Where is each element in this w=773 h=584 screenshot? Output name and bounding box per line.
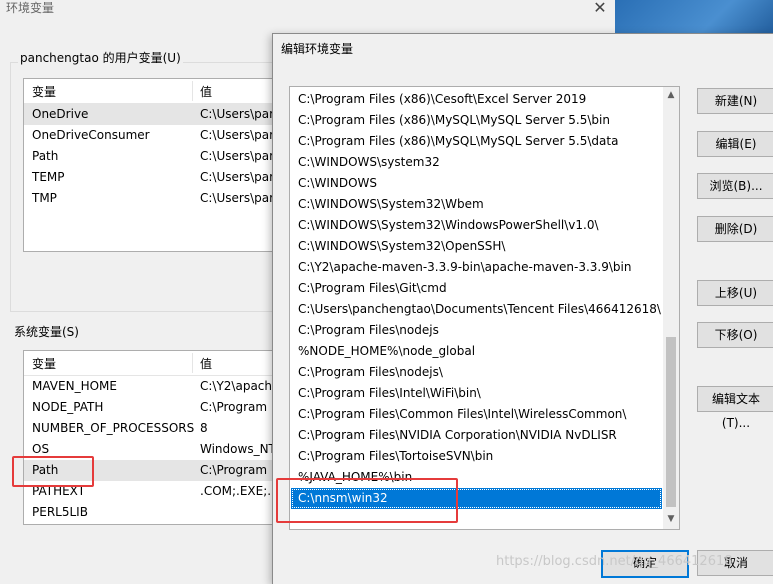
path-entry[interactable]: C:\Program Files\Git\cmd: [291, 278, 662, 299]
column-header-variable[interactable]: 变量: [32, 83, 56, 100]
variable-value: C:\Users\par: [200, 149, 275, 163]
close-icon[interactable]: ✕: [590, 0, 610, 18]
path-entry[interactable]: C:\WINDOWS\System32\OpenSSH\: [291, 236, 662, 257]
highlight-annotation: [12, 456, 94, 487]
path-entry[interactable]: C:\WINDOWS\system32: [291, 152, 662, 173]
variable-name: MAVEN_HOME: [32, 379, 117, 393]
path-entry[interactable]: C:\Program Files (x86)\Cesoft\Excel Serv…: [291, 89, 662, 110]
user-variables-label: panchengtao 的用户变量(U): [18, 50, 183, 66]
system-variables-list[interactable]: 变量 值 MAVEN_HOME C:\Y2\apache NODE_PATH C:\…: [23, 350, 275, 525]
list-item[interactable]: PERL5LIB: [24, 502, 274, 523]
variable-value: C:\Users\par: [200, 107, 275, 121]
user-variables-list[interactable]: 变量 值 OneDrive C:\Users\par OneDriveConsum…: [23, 78, 275, 252]
list-item[interactable]: OneDrive C:\Users\par: [24, 104, 274, 125]
path-entry[interactable]: C:\Program Files\NVIDIA Corporation\NVID…: [291, 425, 662, 446]
list-header: 变量 值: [24, 79, 274, 104]
scroll-up-icon[interactable]: ▲: [663, 87, 679, 103]
scrollbar-thumb[interactable]: [666, 337, 676, 507]
watermark: https://blog.csdn.net/qq_466412618: [496, 554, 733, 569]
dialog-title: 编辑环境变量: [281, 42, 354, 56]
variable-name: OneDrive: [32, 107, 89, 121]
variable-name: OneDriveConsumer: [32, 128, 150, 142]
browse-button[interactable]: 浏览(B)...: [697, 173, 773, 199]
path-entry[interactable]: C:\Program Files (x86)\MySQL\MySQL Serve…: [291, 131, 662, 152]
path-entry[interactable]: C:\WINDOWS\System32\WindowsPowerShell\v1…: [291, 215, 662, 236]
list-item[interactable]: NODE_PATH C:\Program: [24, 397, 274, 418]
highlight-annotation: [276, 478, 458, 523]
path-entry[interactable]: %NODE_HOME%\node_global: [291, 341, 662, 362]
list-item[interactable]: OneDriveConsumer C:\Users\par: [24, 125, 274, 146]
list-item[interactable]: NUMBER_OF_PROCESSORS 8: [24, 418, 274, 439]
list-item[interactable]: TMP C:\Users\par: [24, 188, 274, 209]
path-entry[interactable]: C:\WINDOWS\System32\Wbem: [291, 194, 662, 215]
variable-value: Windows_NT: [200, 442, 275, 456]
path-entry[interactable]: C:\Y2\apache-maven-3.3.9-bin\apache-mave…: [291, 257, 662, 278]
variable-value: C:\Users\par: [200, 191, 275, 205]
scroll-down-icon[interactable]: ▼: [663, 511, 679, 527]
variable-value: 8: [200, 421, 208, 435]
variable-value: C:\Y2\apache: [200, 379, 275, 393]
list-item[interactable]: TEMP C:\Users\par: [24, 167, 274, 188]
variable-value: C:\Program: [200, 463, 268, 477]
path-entry[interactable]: C:\Program Files (x86)\MySQL\MySQL Serve…: [291, 110, 662, 131]
list-item[interactable]: Path C:\Users\par: [24, 146, 274, 167]
edit-button[interactable]: 编辑(E): [697, 131, 773, 157]
path-entry[interactable]: C:\Program Files\Common Files\Intel\Wire…: [291, 404, 662, 425]
path-entry[interactable]: C:\Program Files\Intel\WiFi\bin\: [291, 383, 662, 404]
path-entry[interactable]: C:\Program Files\nodejs\: [291, 362, 662, 383]
variable-value: .COM;.EXE;.B: [200, 484, 275, 498]
path-entry[interactable]: C:\Program Files\TortoiseSVN\bin: [291, 446, 662, 467]
path-entry[interactable]: C:\WINDOWS: [291, 173, 662, 194]
variable-value: C:\Users\par: [200, 170, 275, 184]
path-entry[interactable]: C:\Program Files\nodejs: [291, 320, 662, 341]
system-variables-label: 系统变量(S): [14, 325, 79, 339]
move-down-button[interactable]: 下移(O): [697, 322, 773, 348]
window-title: 环境变量: [6, 1, 55, 15]
list-item[interactable]: MAVEN_HOME C:\Y2\apache: [24, 376, 274, 397]
new-button[interactable]: 新建(N): [697, 88, 773, 114]
list-header: 变量 值: [24, 351, 274, 376]
edit-text-button[interactable]: 编辑文本(T)...: [697, 386, 773, 430]
column-header-variable[interactable]: 变量: [32, 355, 56, 372]
variable-name: TMP: [32, 191, 57, 205]
variable-name: NODE_PATH: [32, 400, 104, 414]
variable-name: NUMBER_OF_PROCESSORS: [32, 421, 195, 435]
move-up-button[interactable]: 上移(U): [697, 280, 773, 306]
delete-button[interactable]: 删除(D): [697, 216, 773, 242]
column-header-value[interactable]: 值: [200, 83, 212, 100]
variable-value: C:\Users\par: [200, 128, 275, 142]
column-header-value[interactable]: 值: [200, 355, 212, 372]
variable-name: Path: [32, 149, 59, 163]
variable-name: PERL5LIB: [32, 505, 88, 519]
variable-name: TEMP: [32, 170, 65, 184]
variable-value: C:\Program: [200, 400, 268, 414]
path-entries-list[interactable]: C:\Program Files (x86)\Cesoft\Excel Serv…: [289, 86, 680, 530]
vertical-scrollbar[interactable]: ▲ ▼: [663, 87, 679, 529]
path-entry[interactable]: C:\Users\panchengtao\Documents\Tencent F…: [291, 299, 662, 320]
